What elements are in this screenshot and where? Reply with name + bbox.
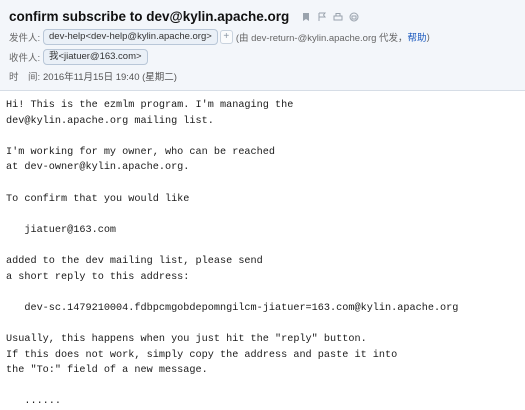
- body-line: I'm working for my owner, who can be rea…: [6, 146, 275, 158]
- body-line: [6, 176, 517, 192]
- body-line: dev-sc.1479210004.fdbpcmgobdepomngilcm-j…: [6, 302, 459, 314]
- body-line: [6, 238, 517, 254]
- to-row: 收件人: 我<jiatuer@163.com>: [9, 49, 148, 65]
- time-row: 时 间: 2016年11月15日 19:40 (星期二): [9, 69, 177, 83]
- body-line: at dev-owner@kylin.apache.org.: [6, 162, 190, 174]
- to-label: 收件人:: [9, 53, 41, 64]
- time-label: 时 间:: [9, 72, 41, 83]
- body-line: [6, 207, 517, 223]
- body-line: [6, 129, 517, 145]
- body-line: ......: [6, 396, 62, 408]
- email-subject: confirm subscribe to dev@kylin.apache.or…: [9, 9, 290, 24]
- add-contact-button[interactable]: +: [219, 30, 233, 44]
- mail-icon[interactable]: [349, 12, 359, 22]
- email-header: confirm subscribe to dev@kylin.apache.or…: [0, 0, 525, 91]
- via-text: (由 dev-return-@kylin.apache.org 代发，: [235, 33, 408, 44]
- body-line: [6, 285, 517, 301]
- sender-chip[interactable]: dev-help<dev-help@kylin.apache.org>: [43, 29, 218, 45]
- body-line: If this does not work, simply copy the a…: [6, 349, 398, 361]
- body-line: jiatuer@163.com: [6, 224, 117, 236]
- body-line: Hi! This is the ezmlm program. I'm manag…: [6, 100, 294, 111]
- body-line: To confirm that you would like: [6, 193, 190, 205]
- via-close: ): [426, 31, 430, 43]
- subject-actions: [301, 12, 359, 22]
- body-line: [6, 316, 517, 332]
- help-link[interactable]: 帮助: [408, 30, 427, 44]
- bookmark-icon[interactable]: [301, 12, 311, 22]
- flag-icon[interactable]: [317, 12, 327, 22]
- time-value: 2016年11月15日 19:40 (星期二): [43, 72, 177, 83]
- subject-row: confirm subscribe to dev@kylin.apache.or…: [9, 9, 359, 24]
- body-line: a short reply to this address:: [6, 271, 190, 283]
- body-line: [6, 379, 517, 395]
- body-line: dev@kylin.apache.org mailing list.: [6, 115, 214, 127]
- print-icon[interactable]: [333, 12, 343, 22]
- recipient-chip[interactable]: 我<jiatuer@163.com>: [43, 49, 148, 65]
- body-line: Usually, this happens when you just hit …: [6, 333, 367, 345]
- body-line: added to the dev mailing list, please se…: [6, 255, 263, 267]
- body-line: the "To:" field of a new message.: [6, 365, 208, 377]
- from-row: 发件人: dev-help<dev-help@kylin.apache.org>…: [9, 29, 430, 45]
- from-label: 发件人:: [9, 33, 41, 44]
- email-body: Hi! This is the ezmlm program. I'm manag…: [6, 98, 517, 410]
